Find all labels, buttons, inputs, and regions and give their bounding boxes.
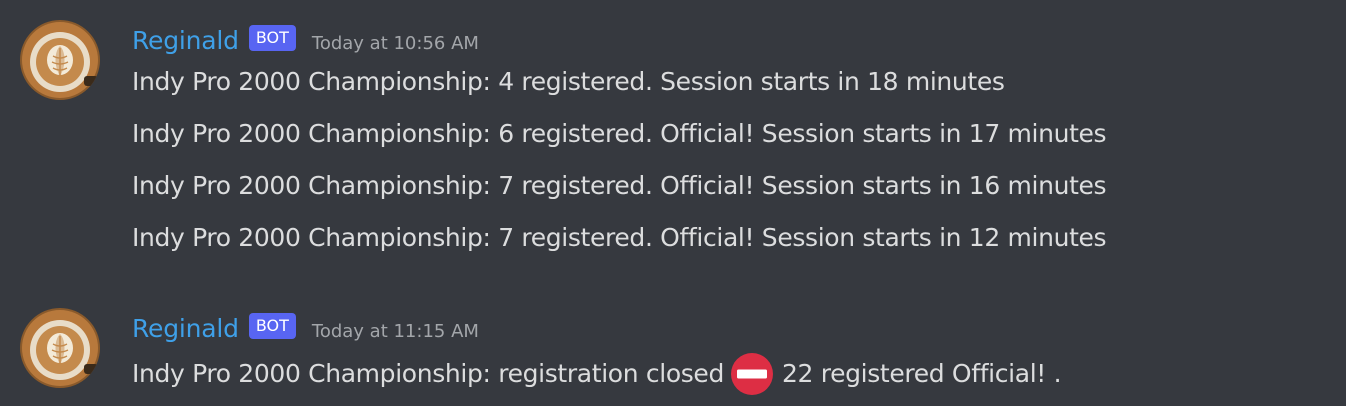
timestamp[interactable]: Today at 11:15 AM [312,321,479,342]
bot-badge: BOT [248,313,296,339]
message-header: Reginald BOT Today at 10:56 AM [132,22,479,58]
message-text-before: Indy Pro 2000 Championship: registration… [132,359,724,388]
bot-badge: BOT [248,25,296,51]
latte-art-avatar-icon [20,20,100,100]
avatar[interactable] [20,20,100,100]
message-text-after: 22 registered Official! . [782,359,1062,388]
message-header: Reginald BOT Today at 11:15 AM [132,310,479,346]
timestamp[interactable]: Today at 10:56 AM [312,33,479,54]
message-text: Indy Pro 2000 Championship: 7 registered… [132,171,1107,200]
avatar[interactable] [20,308,100,388]
no-entry-icon[interactable] [730,352,774,396]
chat-message-list: Reginald BOT Today at 10:56 AM Indy Pro … [0,0,1346,406]
username[interactable]: Reginald [132,314,239,343]
message-text: Indy Pro 2000 Championship: 7 registered… [132,223,1107,252]
username[interactable]: Reginald [132,26,239,55]
message-text: Indy Pro 2000 Championship: registration… [132,352,1062,396]
latte-art-avatar-icon [20,308,100,388]
message-text: Indy Pro 2000 Championship: 6 registered… [132,119,1107,148]
message-text: Indy Pro 2000 Championship: 4 registered… [132,67,1005,96]
